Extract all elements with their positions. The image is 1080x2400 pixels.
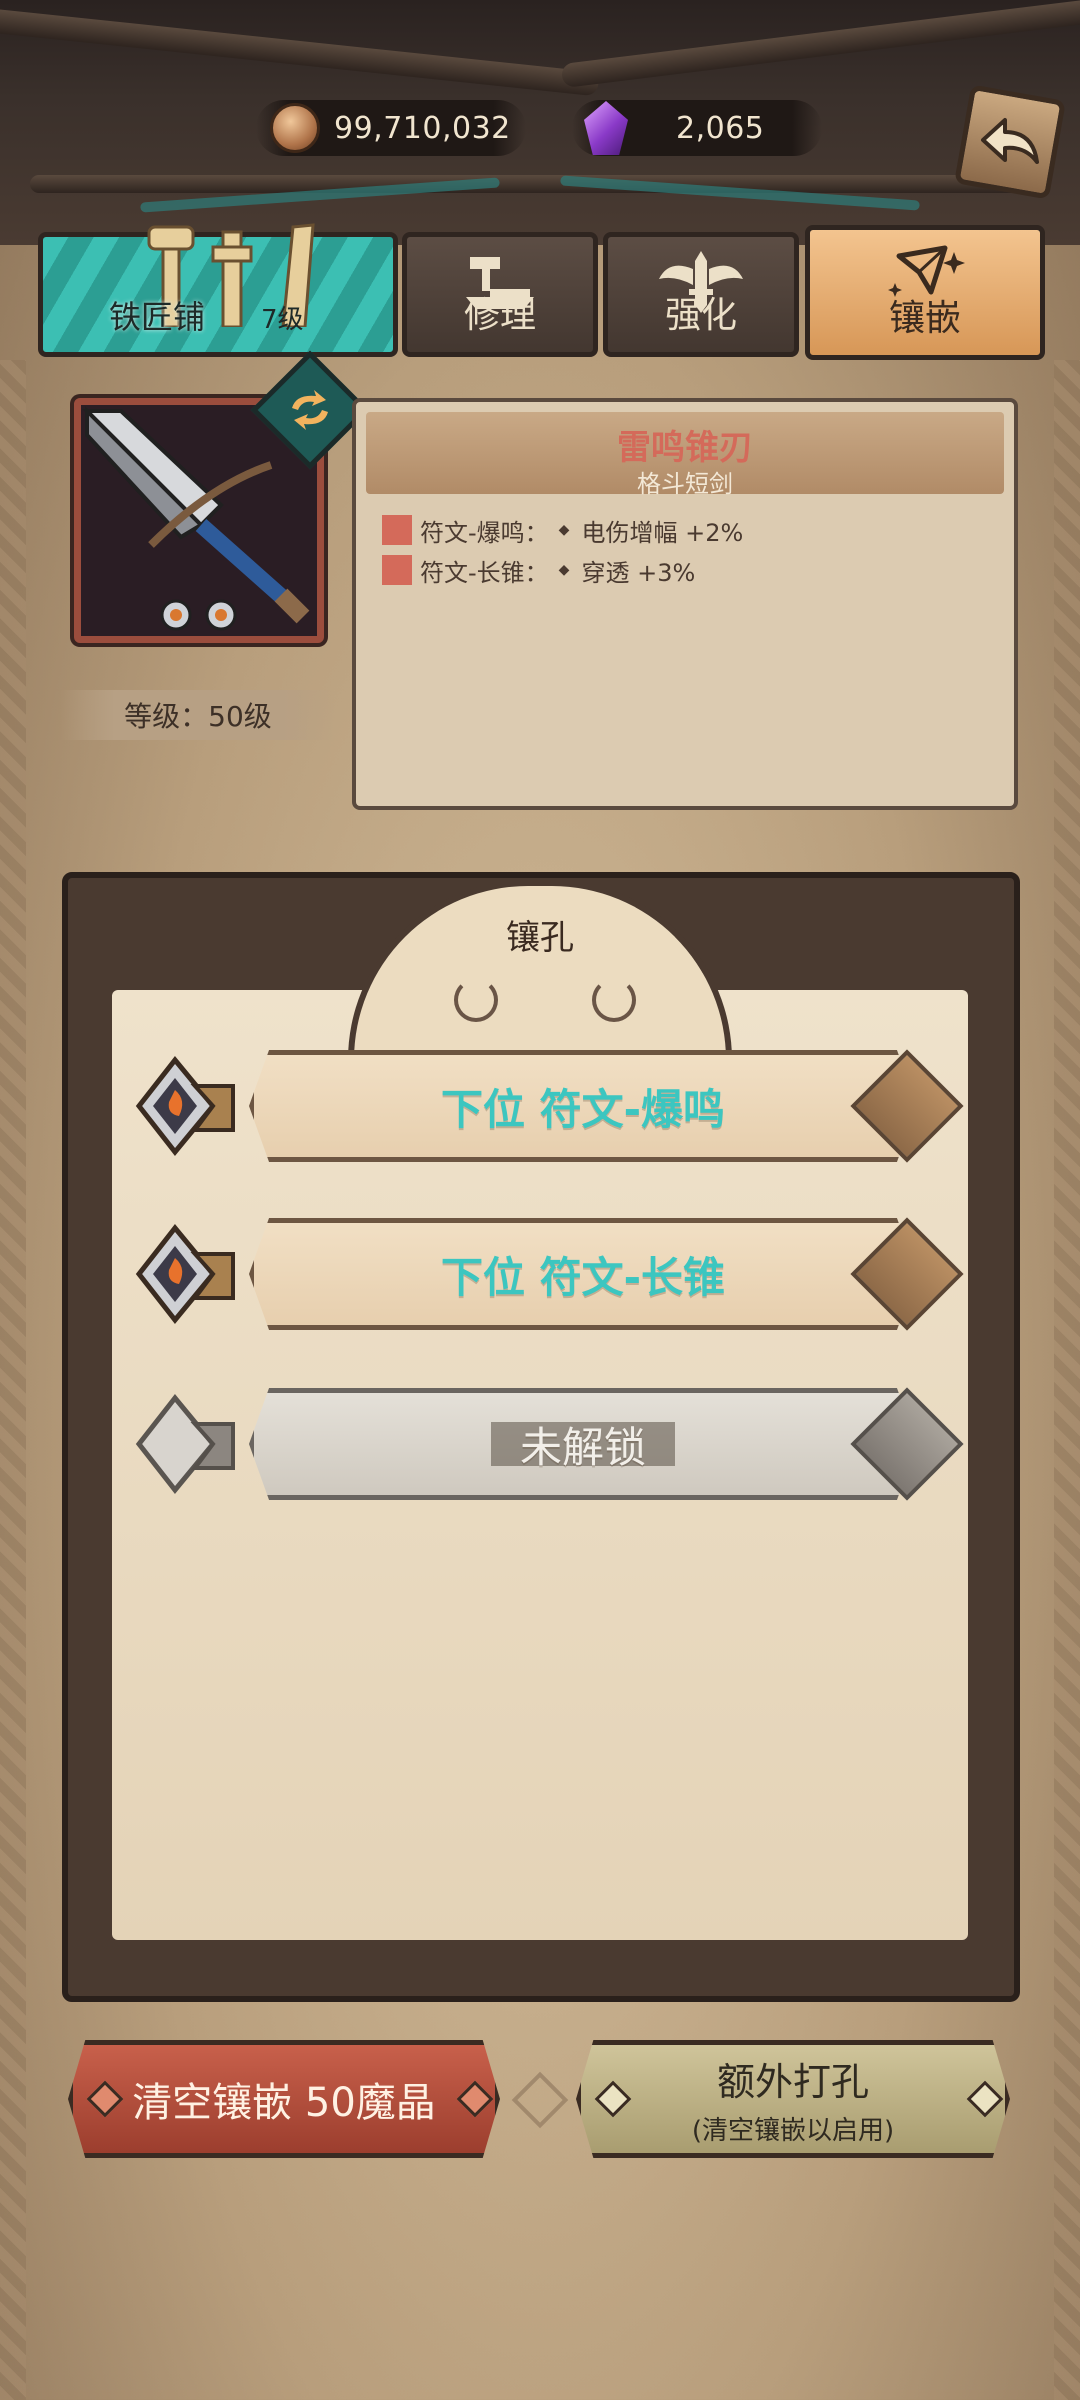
stat-row: 符文-长锥： ◆ 穿透 +3% (382, 554, 696, 587)
stat-effect: 穿透 +3% (581, 558, 696, 587)
right-border (1054, 360, 1080, 2400)
tab-blacksmith: 铁匠铺 7级 (38, 223, 398, 357)
shop-name: 铁匠铺 (109, 298, 206, 336)
branch-decoration (0, 7, 600, 97)
top-bar: 99,710,032 2,065 (0, 0, 1080, 245)
shop-level: 7级 (261, 305, 304, 335)
back-button[interactable] (954, 84, 1066, 200)
flame-swirl-icon (592, 978, 636, 1022)
item-header: 雷鸣锥刃 格斗短剑 (366, 412, 1004, 498)
extra-socket-hint: (清空镶嵌以启用) (691, 2116, 895, 2146)
branch-decoration (30, 175, 1050, 193)
extra-socket-title: 额外打孔 (716, 2060, 869, 2104)
tab-enhance[interactable]: 强化 (603, 232, 799, 357)
socket-title: 镶孔 (506, 918, 574, 958)
stat-rune: 符文-长锥： (420, 558, 549, 587)
diamond-ornament (511, 2071, 569, 2129)
socket-slot-2[interactable]: 下位 符文-长锥 (135, 1217, 964, 1331)
left-border (0, 360, 26, 2400)
socket-slot-label: 未解锁 (519, 1422, 646, 1472)
rune-color-swatch (382, 515, 412, 545)
flame-swirl-icon (454, 978, 498, 1022)
tab-repair[interactable]: 修理 (402, 232, 598, 357)
locked-socket-icon (135, 1394, 235, 1494)
branch-decoration (560, 0, 1080, 89)
coin-value: 99,710,032 (334, 110, 511, 146)
gem-value: 2,065 (676, 110, 765, 146)
socket-slot-label: 下位 符文-长锥 (440, 1252, 726, 1302)
tab-repair-label: 修理 (463, 295, 536, 336)
socket-slot-3[interactable]: 未解锁 (135, 1387, 964, 1501)
rune-gem-icon (135, 1224, 235, 1324)
socket-slot-bar: 下位 符文-长锥 (249, 1218, 917, 1330)
gem-icon (584, 101, 628, 155)
clear-inlay-label: 清空镶嵌 50魔晶 (132, 2080, 436, 2126)
socket-slot-label: 下位 符文-爆鸣 (440, 1084, 726, 1134)
rune-color-swatch (382, 555, 412, 585)
item-type: 格斗短剑 (637, 470, 733, 498)
rune-gem-icon (135, 1056, 235, 1156)
socket-slot-1[interactable]: 下位 符文-爆鸣 (135, 1049, 964, 1163)
item-name: 雷鸣锥刃 (617, 428, 753, 468)
extra-socket-button[interactable]: 额外打孔 (清空镶嵌以启用) (576, 2040, 1010, 2158)
item-info-panel: 雷鸣锥刃 格斗短剑 符文-爆鸣： ◆ 电伤增幅 +2% 符文-长锥： ◆ 穿透 … (352, 398, 1018, 810)
item-level: 等级：50级 (60, 690, 336, 740)
diamond-bullet-icon: ◆ (558, 562, 570, 578)
coin-icon (270, 103, 320, 153)
tab-inlay[interactable]: 镶嵌 (805, 225, 1045, 360)
socket-slot-bar: 下位 符文-爆鸣 (249, 1050, 917, 1162)
swap-arrows-icon (282, 382, 338, 438)
gem-counter: 2,065 (572, 100, 822, 156)
back-arrow-icon (981, 118, 1039, 164)
coin-counter: 99,710,032 (256, 100, 526, 156)
diamond-bullet-icon: ◆ (558, 522, 570, 538)
socket-slot-bar: 未解锁 (249, 1388, 917, 1500)
stat-rune: 符文-爆鸣： (420, 518, 549, 547)
tab-enhance-label: 强化 (664, 295, 737, 336)
stat-effect: 电伤增幅 +2% (581, 518, 744, 547)
stat-row: 符文-爆鸣： ◆ 电伤增幅 +2% (382, 514, 744, 547)
clear-inlay-button[interactable]: 清空镶嵌 50魔晶 (68, 2040, 500, 2158)
tab-inlay-label: 镶嵌 (888, 298, 961, 339)
